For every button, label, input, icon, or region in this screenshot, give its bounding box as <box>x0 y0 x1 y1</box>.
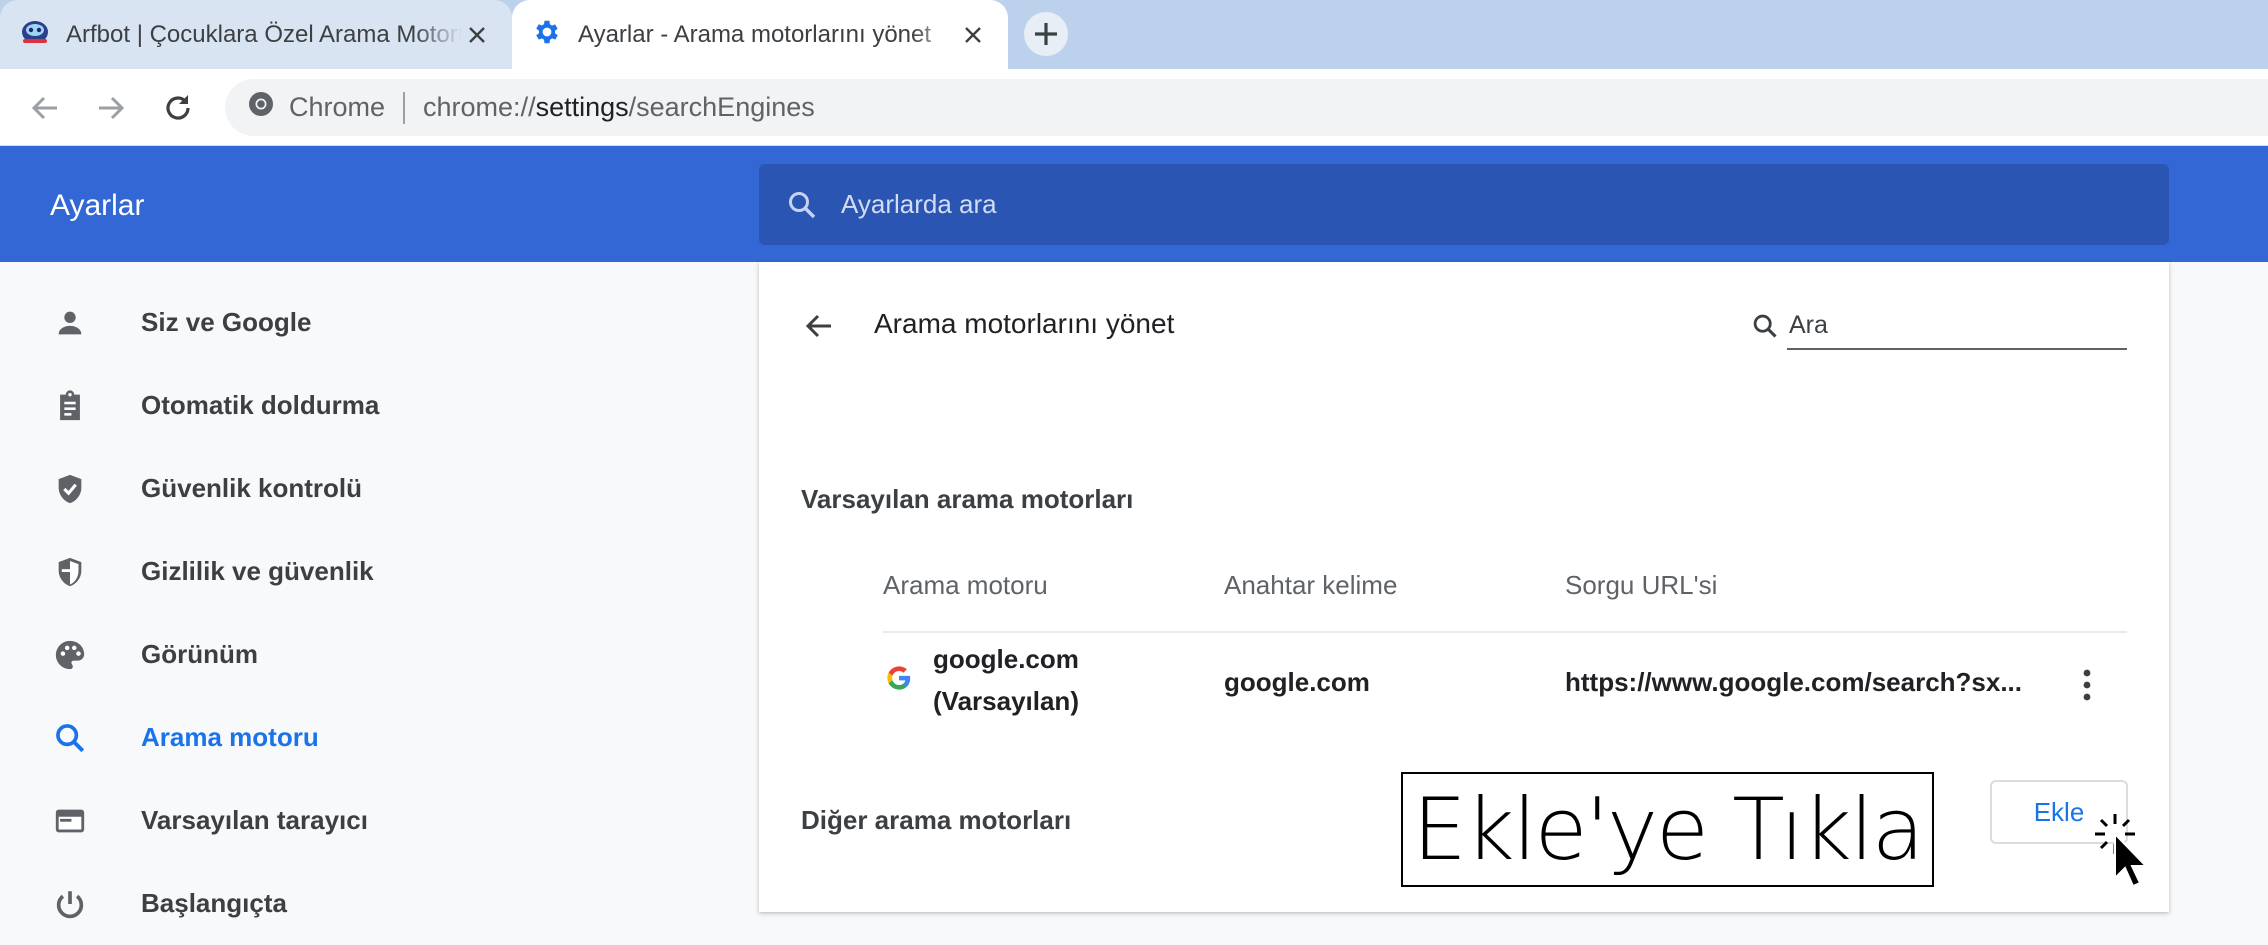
engine-name: google.com <box>933 644 1079 674</box>
shield-check-icon <box>50 469 90 509</box>
sidebar-item-search-engine[interactable]: Arama motoru <box>0 696 700 779</box>
settings-search-input[interactable]: Ayarlarda ara <box>759 164 2169 245</box>
arrow-left-icon <box>31 96 57 120</box>
engine-default-note: (Varsayılan) <box>933 686 1079 716</box>
plus-icon <box>1035 23 1057 45</box>
sidebar-item-appearance[interactable]: Görünüm <box>0 613 700 696</box>
power-icon <box>50 884 90 924</box>
gear-favicon-icon <box>532 17 562 52</box>
site-chip: Chrome <box>289 92 386 122</box>
subpage-title: Arama motorlarını yönet <box>874 308 1175 339</box>
page-title: Ayarlar <box>50 189 145 222</box>
divider <box>883 631 2127 633</box>
column-header-keyword: Anahtar kelime <box>1224 570 1398 600</box>
sidebar-item-on-startup[interactable]: Başlangıçta <box>0 862 700 945</box>
new-tab-button[interactable] <box>1024 12 1068 56</box>
tab-title: Ayarlar - Arama motorlarını yönet <box>578 20 932 48</box>
address-bar[interactable]: Chrome chrome://settings/searchEngines <box>225 79 2268 136</box>
engine-query-url: https://www.google.com/search?sx... <box>1565 667 2023 697</box>
reload-button[interactable] <box>157 87 199 129</box>
search-placeholder: Ayarlarda ara <box>841 189 997 219</box>
close-icon[interactable] <box>958 20 988 50</box>
sidebar-item-label: Görünüm <box>141 639 258 669</box>
browser-window-icon <box>50 801 90 841</box>
toolbar: Chrome chrome://settings/searchEngines <box>0 69 2268 146</box>
arrow-left-icon <box>805 314 831 338</box>
url-host: settings <box>535 92 629 122</box>
sidebar-item-autofill[interactable]: Otomatik doldurma <box>0 364 700 447</box>
sidebar-item-label: Arama motoru <box>141 722 319 752</box>
forward-button[interactable] <box>90 87 132 129</box>
sidebar-item-label: Siz ve Google <box>141 307 312 337</box>
clipboard-icon <box>50 386 90 426</box>
settings-header: Ayarlar Ayarlarda ara <box>0 146 2268 262</box>
sidebar-item-label: Güvenlik kontrolü <box>141 473 363 503</box>
sidebar-item-privacy[interactable]: Gizlilik ve güvenlik <box>0 530 700 613</box>
tutorial-annotation: Ekle'ye Tıkla <box>1401 772 1934 887</box>
engine-keyword: google.com <box>1224 667 1370 697</box>
more-actions-button[interactable] <box>2067 660 2107 710</box>
tab-settings[interactable]: Ayarlar - Arama motorlarını yönet <box>512 0 1008 69</box>
sidebar-item-label: Gizlilik ve güvenlik <box>141 556 374 586</box>
chrome-logo-icon <box>247 90 275 125</box>
search-icon <box>1753 314 1777 338</box>
shield-icon <box>50 552 90 592</box>
sidebar-item-default-browser[interactable]: Varsayılan tarayıcı <box>0 779 700 862</box>
sidebar: Siz ve Google Otomatik doldurma Güvenlik… <box>0 262 740 918</box>
search-icon <box>789 191 816 218</box>
other-engines-heading: Diğer arama motorları <box>801 805 1072 835</box>
palette-icon <box>50 635 90 675</box>
sidebar-item-label: Otomatik doldurma <box>141 390 380 420</box>
engine-search[interactable]: Ara <box>1751 302 2127 350</box>
google-g-icon <box>885 664 913 697</box>
tab-strip: Arfbot | Çocuklara Özel Arama Motoru Aya… <box>0 0 2268 69</box>
more-vert-icon <box>2083 669 2091 701</box>
sidebar-item-safety-check[interactable]: Güvenlik kontrolü <box>0 447 700 530</box>
close-icon[interactable] <box>462 20 492 50</box>
person-icon <box>50 303 90 343</box>
url-path: /searchEngines <box>628 92 815 122</box>
robot-favicon-icon <box>20 17 50 52</box>
sidebar-item-you-and-google[interactable]: Siz ve Google <box>0 281 700 364</box>
sidebar-item-label: Başlangıçta <box>141 888 287 918</box>
default-engines-heading: Varsayılan arama motorları <box>801 484 1134 514</box>
arrow-right-icon <box>99 96 125 120</box>
url-scheme: chrome:// <box>423 92 536 122</box>
tab-title: Arfbot | Çocuklara Özel Arama Motoru <box>66 20 462 48</box>
back-button[interactable] <box>24 87 66 129</box>
engine-search-input[interactable]: Ara <box>1787 302 2127 350</box>
separator <box>403 91 406 124</box>
column-header-query-url: Sorgu URL'si <box>1565 570 1718 600</box>
back-arrow-button[interactable] <box>795 302 843 350</box>
reload-icon <box>166 95 190 120</box>
search-icon <box>50 718 90 758</box>
tab-arfbot[interactable]: Arfbot | Çocuklara Özel Arama Motoru <box>0 0 512 69</box>
sidebar-item-label: Varsayılan tarayıcı <box>141 805 368 835</box>
column-header-engine: Arama motoru <box>883 570 1048 600</box>
mouse-cursor-icon <box>2090 808 2150 888</box>
